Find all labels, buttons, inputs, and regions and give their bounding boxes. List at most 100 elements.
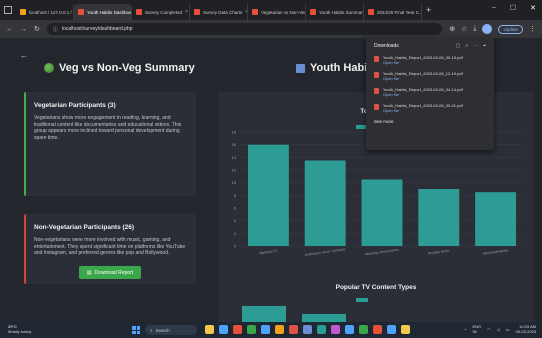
reload-icon[interactable]: ↻	[34, 25, 40, 33]
taskbar-app-icon[interactable]	[303, 325, 312, 334]
y-tick-label: 14	[232, 155, 237, 160]
browser-tab[interactable]: Survey Completed ×	[132, 4, 190, 20]
tab-strip: localhost / 127.0.0.1 / ...×Youth Habits…	[16, 0, 422, 20]
language-indicator[interactable]: ENG IN	[473, 324, 482, 334]
chart2-legend	[356, 298, 368, 302]
taskbar-apps	[205, 325, 410, 334]
maximize-button[interactable]: ☐	[510, 4, 516, 12]
tab-favicon-icon	[310, 9, 316, 15]
pin-icon[interactable]: ⌖	[483, 43, 486, 49]
y-tick-label: 10	[232, 180, 237, 185]
browser-tab[interactable]: Youth Habits Summary×	[306, 4, 364, 20]
taskbar-app-icon[interactable]	[387, 325, 396, 334]
bar[interactable]	[418, 189, 460, 246]
tab-label: Youth Habits Dashboard	[87, 9, 132, 15]
y-tick-label: 2	[234, 231, 237, 236]
back-nav-icon[interactable]: ←	[6, 26, 13, 33]
new-tab-button[interactable]: +	[426, 5, 431, 15]
chevron-up-icon[interactable]: ^	[465, 327, 467, 332]
close-window-button[interactable]: ✕	[530, 4, 536, 12]
tab-label: Vegetarian vs Non-Veg	[261, 9, 306, 15]
forward-nav-icon[interactable]: →	[20, 26, 27, 33]
browser-tab[interactable]: Youth Habits Dashboard×	[74, 4, 132, 20]
taskbar-app-icon[interactable]	[359, 325, 368, 334]
profile-avatar[interactable]	[482, 24, 493, 34]
update-button[interactable]: Update	[498, 24, 523, 34]
more-icon[interactable]: ⋯	[473, 43, 478, 49]
browser-tab[interactable]: Survey Data Charts ×	[190, 4, 248, 20]
downloads-icon[interactable]: ⤓	[473, 25, 476, 33]
open-file-link[interactable]: Open file	[383, 92, 463, 97]
tv-content-chart-card: Popular TV Content Types	[218, 266, 534, 322]
open-file-link[interactable]: Open file	[383, 60, 463, 65]
url-input[interactable]: ⓘ localhost/survey/dashboard.php	[46, 23, 443, 35]
taskbar-app-icon[interactable]	[373, 325, 382, 334]
tab-favicon-icon	[252, 9, 258, 15]
summary-title: Veg vs Non-Veg Summary	[44, 62, 195, 74]
y-tick-label: 0	[234, 244, 237, 249]
download-item[interactable]: Youth_Habits_Report_2025-03-06_04-14.pdf…	[374, 87, 486, 97]
taskbar-app-icon[interactable]	[205, 325, 214, 334]
browser-tab[interactable]: Vegetarian vs Non-Veg×	[248, 4, 306, 20]
download-item[interactable]: Youth_Habits_Report_2025-03-06_09-15.pdf…	[374, 55, 486, 65]
bar[interactable]	[475, 192, 517, 246]
y-tick-label: 12	[232, 168, 237, 173]
open-file-link[interactable]: Open file	[383, 76, 463, 81]
vegetarian-heading: Vegetarian Participants (3)	[34, 102, 116, 109]
taskbar-search[interactable]: ⌕ Search	[145, 325, 197, 335]
taskbar-app-icon[interactable]	[345, 325, 354, 334]
taskbar-app-icon[interactable]	[261, 325, 270, 334]
start-button[interactable]	[132, 326, 140, 334]
taskbar-search-label: Search	[155, 327, 170, 333]
download-item[interactable]: Youth_Habits_Report_2025-03-06_09-21.pdf…	[374, 103, 486, 113]
bar[interactable]	[361, 179, 403, 247]
tab-favicon-icon	[368, 9, 374, 15]
taskbar-app-icon[interactable]	[247, 325, 256, 334]
clock-date: 06-03-2025	[515, 329, 536, 334]
x-tick-label: Listening to music / podcasts	[305, 247, 346, 257]
site-info-icon[interactable]: ⓘ	[53, 26, 58, 33]
x-tick-label: Watching TV	[259, 249, 278, 256]
see-more-link[interactable]: See more	[374, 119, 486, 124]
install-icon[interactable]: ⊕	[449, 25, 455, 33]
folder-icon[interactable]: ▢	[456, 43, 461, 49]
bookmark-star-icon[interactable]: ☆	[461, 25, 467, 33]
menu-kebab-icon[interactable]: ⋮	[529, 25, 536, 33]
taskbar-app-icon[interactable]	[289, 325, 298, 334]
y-tick-label: 6	[234, 206, 237, 211]
taskbar-app-icon[interactable]	[233, 325, 242, 334]
download-item[interactable]: Youth_Habits_Report_2025-03-06_12-19.pdf…	[374, 71, 486, 81]
volume-icon[interactable]: ◁	[497, 327, 500, 332]
window-menu-icon[interactable]	[4, 6, 12, 14]
bar[interactable]	[304, 160, 346, 247]
browser-tab-bar: localhost / 127.0.0.1 / ...×Youth Habits…	[0, 0, 542, 20]
weather-widget[interactable]: 29°C Mostly sunny	[8, 324, 31, 334]
tab-favicon-icon	[194, 9, 200, 15]
back-arrow-icon[interactable]: ←	[20, 51, 28, 60]
taskbar-app-icon[interactable]	[331, 325, 340, 334]
taskbar-app-icon[interactable]	[317, 325, 326, 334]
minimize-button[interactable]: –	[492, 4, 496, 12]
browser-tab[interactable]: 2024/25 Final Year C...×	[364, 4, 422, 20]
download-report-button[interactable]: ▤ Download Report	[79, 266, 141, 279]
chart2-bar	[242, 306, 286, 322]
tab-favicon-icon	[78, 9, 84, 15]
search-icon[interactable]: ⌕	[465, 43, 468, 49]
nonvegetarian-description: Non-vegetarians were more involved with …	[34, 237, 186, 256]
browser-tab[interactable]: localhost / 127.0.0.1 / ...×	[16, 4, 74, 20]
clock[interactable]: 12:03 AM 06-03-2025	[516, 324, 536, 334]
taskbar-app-icon[interactable]	[219, 325, 228, 334]
x-tick-label: Reading books	[428, 248, 450, 255]
taskbar-app-icon[interactable]	[275, 325, 284, 334]
x-tick-label: Watching movies/series	[365, 248, 399, 257]
bar[interactable]	[247, 144, 289, 246]
downloads-popup: Downloads ▢ ⌕ ⋯ ⌖ Youth_Habits_Report_20…	[366, 37, 494, 150]
taskbar-app-icon[interactable]	[401, 325, 410, 334]
battery-icon[interactable]: ▭	[506, 327, 510, 332]
window-controls: – ☐ ✕	[492, 4, 536, 12]
download-report-label: Download Report	[94, 269, 134, 276]
open-file-link[interactable]: Open file	[383, 108, 463, 113]
wifi-icon[interactable]: ◠	[487, 327, 491, 332]
tab-close-icon[interactable]: ×	[185, 9, 188, 15]
pdf-file-icon	[374, 72, 379, 78]
